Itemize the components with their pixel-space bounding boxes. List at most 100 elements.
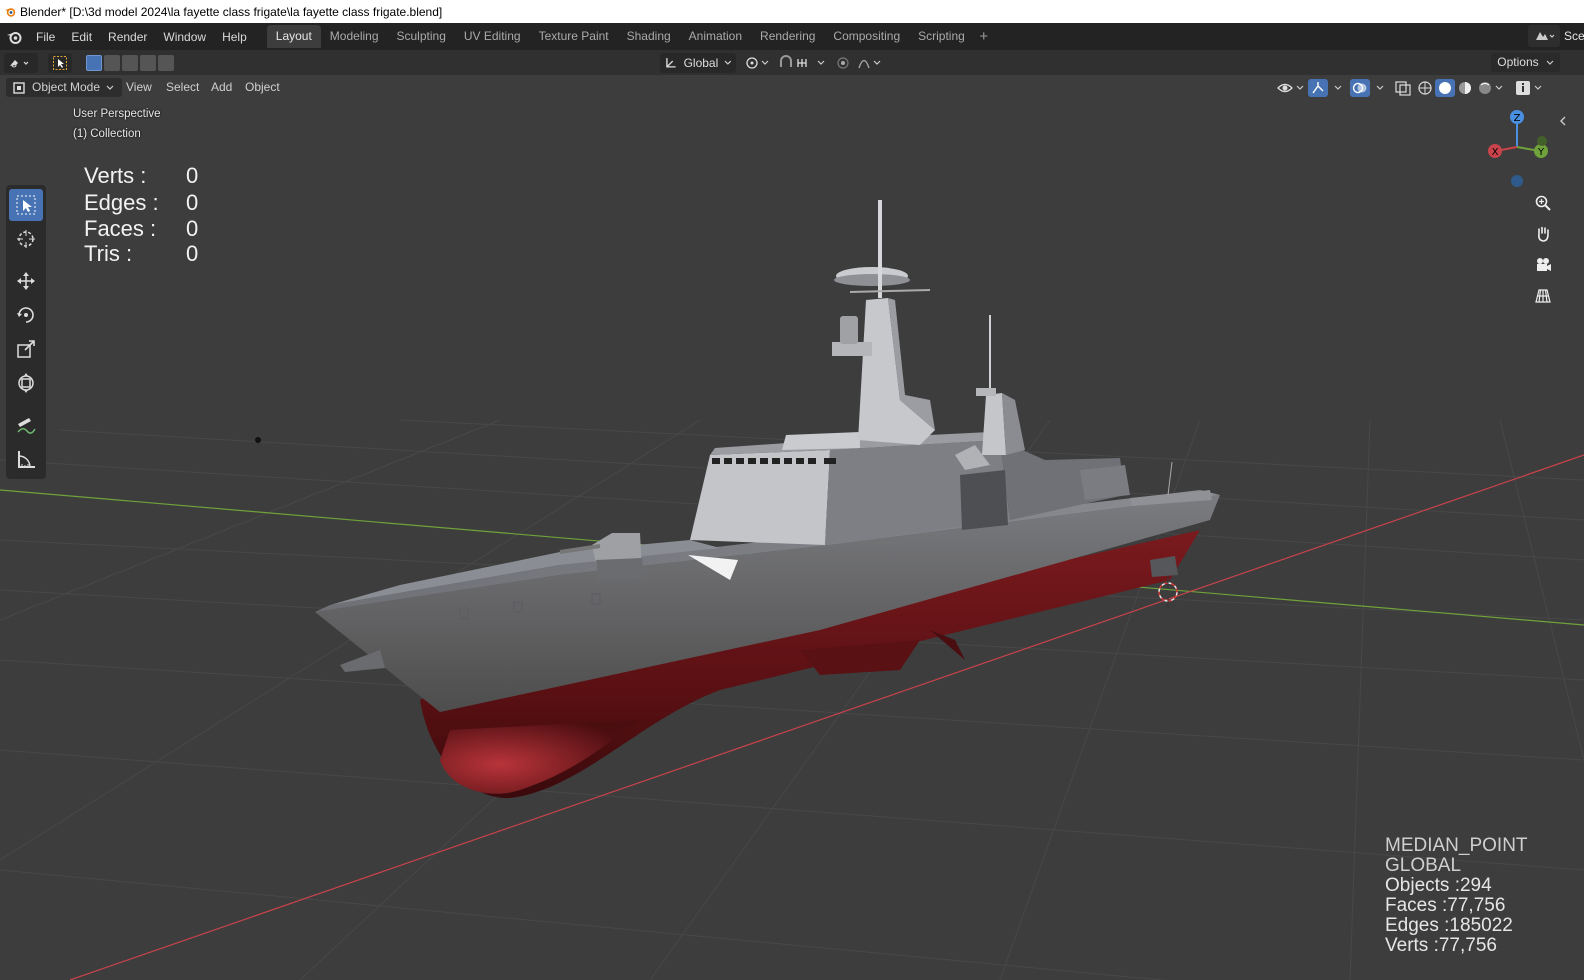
sidebar-toggle-icon[interactable] bbox=[1558, 115, 1568, 127]
menu-object[interactable]: Object bbox=[239, 78, 286, 97]
select-invert-icon[interactable] bbox=[140, 54, 156, 71]
proportional-editing-group[interactable] bbox=[834, 52, 886, 73]
pan-button[interactable] bbox=[1530, 221, 1556, 247]
object-mode-dropdown[interactable]: Object Mode bbox=[6, 78, 123, 97]
workspace-tabs: Layout Modeling Sculpting UV Editing Tex… bbox=[266, 25, 994, 48]
window-title: Blender* [D:\3d model 2024\la fayette cl… bbox=[20, 4, 443, 19]
object-mode-icon bbox=[13, 81, 25, 94]
mouse-cursor bbox=[255, 437, 261, 443]
transform-icon bbox=[18, 373, 34, 393]
pivot-icon bbox=[746, 56, 769, 69]
gizmo-z-label: Z bbox=[1514, 113, 1521, 124]
select-subtract-icon[interactable] bbox=[122, 54, 138, 71]
tab-uv-editing[interactable]: UV Editing bbox=[455, 25, 530, 48]
gizmo-y-label: Y bbox=[1537, 147, 1545, 158]
tool-select-box[interactable] bbox=[9, 189, 43, 221]
viewport-scene bbox=[0, 75, 1584, 980]
shading-modes-icon[interactable] bbox=[1416, 79, 1512, 97]
navigation-gizmo[interactable]: Z Y X bbox=[1480, 105, 1560, 195]
chevron-down-icon bbox=[724, 60, 732, 65]
blender-logo-icon bbox=[4, 6, 16, 18]
gizmo-toggle-icon[interactable] bbox=[1308, 79, 1348, 97]
cursor-icon bbox=[17, 230, 35, 248]
active-tool-button[interactable] bbox=[48, 52, 72, 73]
tab-shading[interactable]: Shading bbox=[618, 25, 680, 48]
tab-layout[interactable]: Layout bbox=[266, 25, 321, 48]
rotate-icon bbox=[17, 307, 34, 323]
select-box-icon bbox=[53, 55, 67, 70]
blender-menu-icon[interactable] bbox=[0, 26, 28, 48]
scene-browse-button[interactable] bbox=[1528, 25, 1560, 47]
selection-mode-group bbox=[86, 52, 174, 73]
blender-window: Blender* [D:\3d model 2024\la fayette cl… bbox=[0, 0, 1584, 980]
3d-viewport[interactable]: User Perspective (1) Collection Verts : … bbox=[0, 75, 1584, 980]
tool-settings-header: Global Options bbox=[0, 50, 1584, 75]
menu-help[interactable]: Help bbox=[214, 26, 255, 48]
menu-window[interactable]: Window bbox=[155, 26, 214, 48]
object-mode-label: Object Mode bbox=[32, 80, 101, 94]
orientation-icon bbox=[666, 57, 676, 68]
select-new-icon[interactable] bbox=[86, 54, 102, 71]
hand-icon bbox=[1538, 226, 1549, 242]
faces-count: Faces :77,756 bbox=[1385, 895, 1506, 916]
annotate-pencil-icon bbox=[17, 418, 36, 434]
overlays-toggle-icon[interactable] bbox=[1350, 79, 1390, 97]
pivot-point-label: MEDIAN_POINT bbox=[1385, 835, 1528, 856]
transform-orientation-dropdown[interactable]: Global bbox=[660, 52, 736, 73]
zoom-button[interactable] bbox=[1530, 190, 1556, 216]
navigation-buttons bbox=[1530, 190, 1558, 314]
menu-file[interactable]: File bbox=[28, 26, 63, 48]
tool-scale[interactable] bbox=[9, 333, 43, 365]
top-menu-bar: File Edit Render Window Help Layout Mode… bbox=[0, 23, 1584, 50]
tool-annotate[interactable] bbox=[9, 409, 43, 441]
zoom-icon bbox=[1535, 195, 1551, 211]
move-icon bbox=[17, 272, 35, 290]
active-collection-label: (1) Collection bbox=[73, 128, 141, 140]
scene-selector: Scen bbox=[1528, 25, 1584, 47]
info-panel-icon[interactable] bbox=[1514, 79, 1544, 97]
orientation-info-label: GLOBAL bbox=[1385, 855, 1462, 876]
select-intersect-icon[interactable] bbox=[158, 54, 174, 71]
proportional-edit-icon bbox=[837, 56, 881, 69]
options-label: Options bbox=[1497, 55, 1539, 69]
tab-scripting[interactable]: Scripting bbox=[909, 25, 974, 48]
menu-render[interactable]: Render bbox=[100, 26, 155, 48]
tab-sculpting[interactable]: Sculpting bbox=[388, 25, 455, 48]
options-dropdown[interactable]: Options bbox=[1491, 53, 1560, 72]
scene-name[interactable]: Scen bbox=[1564, 29, 1584, 43]
stats-tris-label: Tris : bbox=[84, 241, 133, 266]
tool-rotate[interactable] bbox=[9, 299, 43, 331]
tab-modeling[interactable]: Modeling bbox=[321, 25, 388, 48]
stats-verts-value: 0 bbox=[186, 163, 199, 188]
chevron-down-icon bbox=[106, 85, 114, 90]
tab-rendering[interactable]: Rendering bbox=[751, 25, 824, 48]
menu-edit[interactable]: Edit bbox=[63, 26, 100, 48]
visibility-eye-icon[interactable] bbox=[1276, 79, 1306, 97]
tool-transform[interactable] bbox=[9, 367, 43, 399]
view-perspective-label: User Perspective bbox=[73, 108, 161, 120]
chevron-down-icon bbox=[1546, 60, 1554, 65]
menu-select[interactable]: Select bbox=[160, 78, 205, 97]
tool-measure[interactable] bbox=[9, 443, 43, 475]
editor-type-button[interactable] bbox=[4, 52, 38, 73]
tool-cursor[interactable] bbox=[9, 223, 43, 255]
pivot-point-dropdown[interactable] bbox=[744, 52, 772, 73]
snapping-group[interactable] bbox=[778, 52, 830, 73]
edges-count: Edges :185022 bbox=[1385, 915, 1513, 936]
toggle-perspective-button[interactable] bbox=[1530, 283, 1556, 309]
tool-move[interactable] bbox=[9, 265, 43, 297]
xray-toggle-icon[interactable] bbox=[1392, 79, 1414, 97]
tab-animation[interactable]: Animation bbox=[680, 25, 751, 48]
measure-ruler-icon bbox=[18, 451, 35, 468]
viewport-header: Object Mode View Select Add Object bbox=[0, 75, 1584, 99]
tab-compositing[interactable]: Compositing bbox=[824, 25, 909, 48]
select-extend-icon[interactable] bbox=[104, 54, 120, 71]
camera-view-button[interactable] bbox=[1530, 252, 1556, 278]
verts-count: Verts :77,756 bbox=[1385, 935, 1497, 956]
add-workspace-button[interactable]: + bbox=[974, 25, 994, 48]
tab-texture-paint[interactable]: Texture Paint bbox=[530, 25, 618, 48]
stats-verts-label: Verts : bbox=[84, 163, 147, 188]
menu-view[interactable]: View bbox=[120, 78, 158, 97]
menu-add[interactable]: Add bbox=[205, 78, 238, 97]
title-bar: Blender* [D:\3d model 2024\la fayette cl… bbox=[0, 0, 1584, 23]
